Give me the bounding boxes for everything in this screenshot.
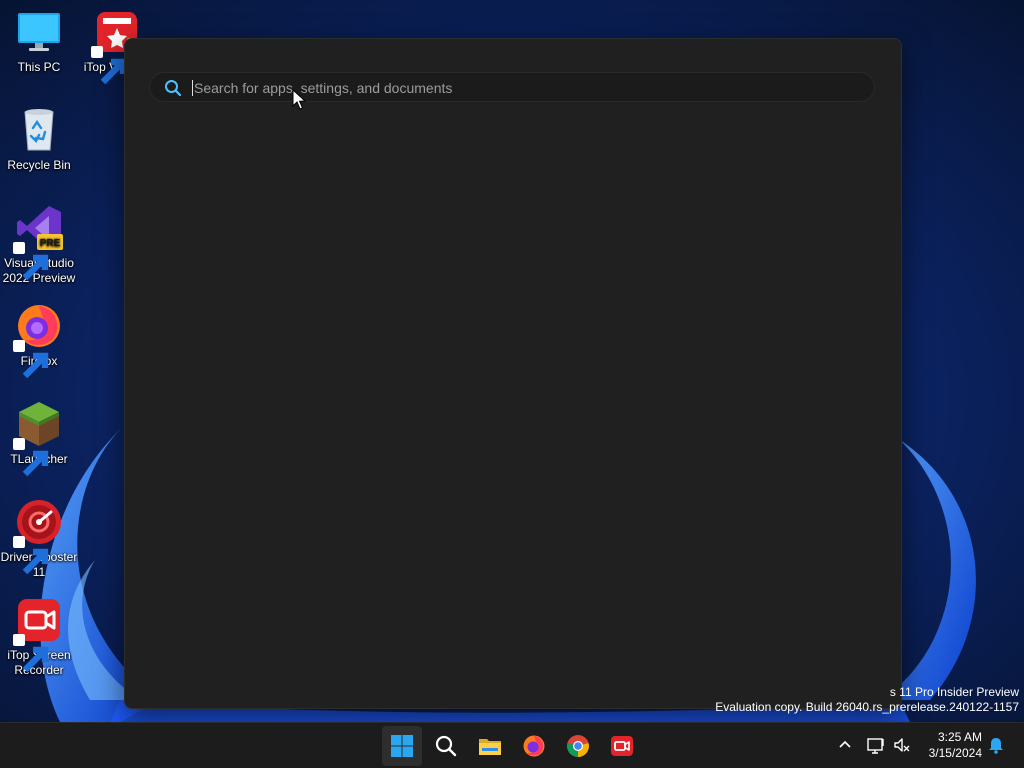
desktop-icon-recycle-bin[interactable]: Recycle Bin — [0, 106, 78, 173]
search-box[interactable] — [149, 72, 875, 102]
shortcut-arrow-icon — [13, 340, 49, 379]
screen-recorder-icon — [611, 736, 633, 756]
taskbar-file-explorer-button[interactable] — [470, 726, 510, 766]
search-icon — [165, 80, 182, 97]
windows-logo-icon — [391, 735, 413, 757]
shortcut-arrow-icon — [13, 438, 49, 477]
show-hidden-icons-chevron-icon[interactable] — [835, 735, 855, 755]
desktop-icon-firefox[interactable]: Firefox — [0, 302, 78, 379]
taskbar-firefox-button[interactable] — [514, 726, 554, 766]
shortcut-arrow-icon — [13, 242, 49, 281]
taskbar: 3:25 AM 3/15/2024 — [0, 722, 1024, 768]
monitor-icon — [18, 13, 60, 51]
volume-muted-icon[interactable] — [892, 735, 912, 755]
desktop-icon-label: This PC — [17, 60, 61, 74]
taskbar-start-button[interactable] — [382, 726, 422, 766]
network-display-icon[interactable] — [866, 735, 886, 755]
taskbar-itop-screen-recorder-button[interactable] — [602, 726, 642, 766]
chrome-icon — [567, 735, 589, 757]
search-panel — [124, 38, 902, 709]
watermark-line-edition: s 11 Pro Insider Preview — [889, 685, 1019, 699]
desktop-icon-driver-booster[interactable]: Driver Booster 11 — [0, 498, 78, 580]
watermark-line-build: Evaluation copy. Build 26040.rs_prerelea… — [715, 700, 1019, 714]
shortcut-arrow-icon — [13, 634, 49, 673]
evaluation-watermark: s 11 Pro Insider Preview Evaluation copy… — [715, 685, 1019, 715]
desktop-icon-tlauncher[interactable]: TLauncher — [0, 400, 78, 477]
firefox-icon — [523, 735, 545, 757]
desktop-icon-label: Recycle Bin — [7, 158, 71, 172]
taskbar-clock[interactable]: 3:25 AM 3/15/2024 — [929, 729, 982, 761]
folder-icon — [479, 739, 501, 755]
desktop-icon-this-pc[interactable]: This PC — [0, 8, 78, 75]
clock-time: 3:25 AM — [937, 730, 982, 744]
taskbar-chrome-button[interactable] — [558, 726, 598, 766]
text-caret — [192, 80, 193, 96]
search-icon — [435, 735, 457, 757]
mouse-pointer-icon — [292, 89, 306, 110]
recycle-bin-icon — [24, 109, 54, 151]
desktop-icon-itop-screen-recorder[interactable]: iTop Screen Recorder — [0, 596, 78, 678]
shortcut-arrow-icon — [13, 536, 49, 575]
taskbar-search-button[interactable] — [426, 726, 466, 766]
notification-bell-icon[interactable] — [986, 735, 1006, 755]
clock-date: 3/15/2024 — [928, 746, 982, 760]
shortcut-arrow-icon — [91, 46, 127, 85]
desktop-icon-visual-studio[interactable]: PRE Visual Studio 2022 Preview — [0, 204, 78, 286]
